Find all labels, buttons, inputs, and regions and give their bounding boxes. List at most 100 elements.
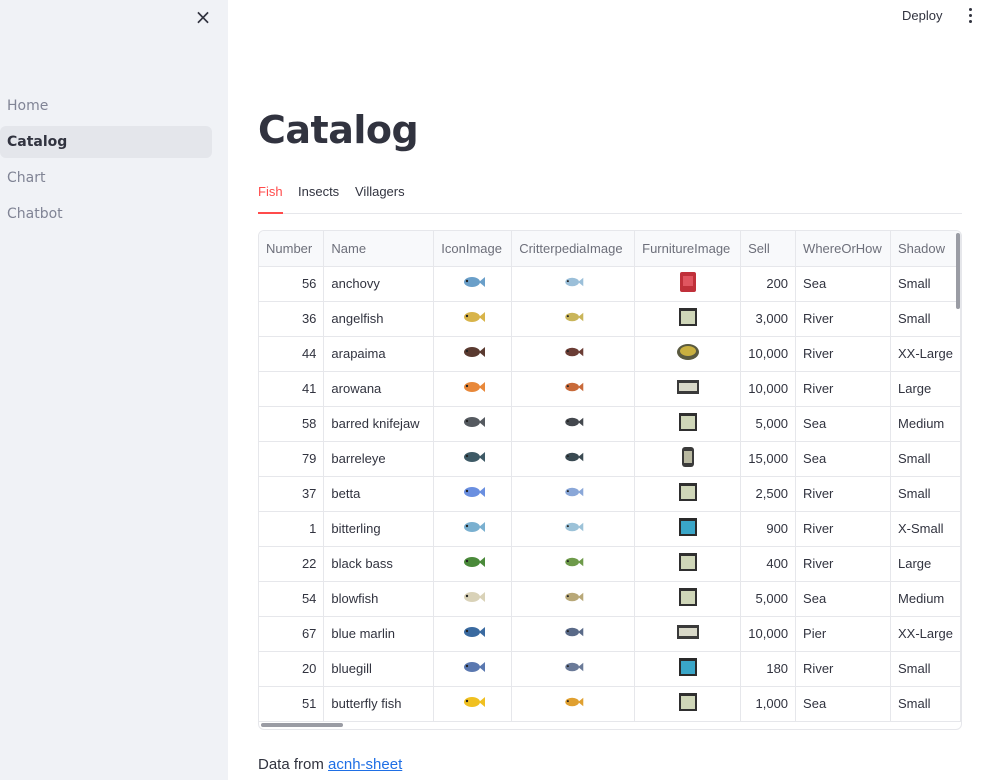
cell-sell[interactable]: 5,000 xyxy=(740,581,797,617)
cell-name[interactable]: bitterling xyxy=(323,511,435,547)
cell-icon-image[interactable] xyxy=(433,651,513,687)
cell-where-or-how[interactable]: Sea xyxy=(795,441,892,477)
cell-sell[interactable]: 900 xyxy=(740,511,797,547)
cell-shadow[interactable]: X-Small xyxy=(890,511,961,547)
cell-icon-image[interactable] xyxy=(433,406,513,442)
cell-furniture-image[interactable] xyxy=(634,476,742,512)
cell-critterpedia-image[interactable] xyxy=(511,301,636,337)
column-header-critterpediaimage[interactable]: CritterpediaImage xyxy=(511,231,636,267)
table-row[interactable]: 41 arowana 10,000 River Large xyxy=(259,371,961,407)
cell-icon-image[interactable] xyxy=(433,476,513,512)
cell-shadow[interactable]: Medium xyxy=(890,581,961,617)
cell-number[interactable]: 20 xyxy=(259,651,325,687)
cell-shadow[interactable]: Small xyxy=(890,301,961,337)
cell-critterpedia-image[interactable] xyxy=(511,406,636,442)
cell-shadow[interactable]: Small xyxy=(890,686,961,722)
cell-shadow[interactable]: Small xyxy=(890,441,961,477)
cell-where-or-how[interactable]: Sea xyxy=(795,406,892,442)
cell-shadow[interactable]: Small xyxy=(890,476,961,512)
cell-name[interactable]: blowfish xyxy=(323,581,435,617)
cell-where-or-how[interactable]: River xyxy=(795,336,892,372)
cell-icon-image[interactable] xyxy=(433,581,513,617)
cell-number[interactable]: 36 xyxy=(259,301,325,337)
cell-critterpedia-image[interactable] xyxy=(511,616,636,652)
cell-sell[interactable]: 180 xyxy=(740,651,797,687)
cell-furniture-image[interactable] xyxy=(634,301,742,337)
cell-name[interactable]: arapaima xyxy=(323,336,435,372)
cell-number[interactable]: 56 xyxy=(259,266,325,302)
cell-shadow[interactable]: Medium xyxy=(890,406,961,442)
column-header-whereorhow[interactable]: WhereOrHow xyxy=(795,231,892,267)
table-row[interactable]: 56 anchovy 200 Sea Small xyxy=(259,266,961,302)
cell-furniture-image[interactable] xyxy=(634,371,742,407)
cell-critterpedia-image[interactable] xyxy=(511,511,636,547)
tab-insects[interactable]: Insects xyxy=(298,180,339,214)
cell-icon-image[interactable] xyxy=(433,336,513,372)
cell-critterpedia-image[interactable] xyxy=(511,546,636,582)
cell-where-or-how[interactable]: Sea xyxy=(795,581,892,617)
cell-shadow[interactable]: Small xyxy=(890,651,961,687)
cell-where-or-how[interactable]: River xyxy=(795,651,892,687)
cell-icon-image[interactable] xyxy=(433,686,513,722)
acnh-sheet-link[interactable]: acnh-sheet xyxy=(328,756,402,773)
cell-icon-image[interactable] xyxy=(433,616,513,652)
cell-number[interactable]: 79 xyxy=(259,441,325,477)
table-row[interactable]: 51 butterfly fish 1,000 Sea Small xyxy=(259,686,961,722)
cell-name[interactable]: barred knifejaw xyxy=(323,406,435,442)
cell-furniture-image[interactable] xyxy=(634,651,742,687)
cell-critterpedia-image[interactable] xyxy=(511,266,636,302)
cell-shadow[interactable]: Large xyxy=(890,371,961,407)
cell-sell[interactable]: 15,000 xyxy=(740,441,797,477)
column-header-number[interactable]: Number xyxy=(259,231,325,267)
cell-where-or-how[interactable]: River xyxy=(795,476,892,512)
cell-icon-image[interactable] xyxy=(433,441,513,477)
cell-sell[interactable]: 10,000 xyxy=(740,371,797,407)
cell-sell[interactable]: 5,000 xyxy=(740,406,797,442)
cell-icon-image[interactable] xyxy=(433,371,513,407)
cell-furniture-image[interactable] xyxy=(634,406,742,442)
table-row[interactable]: 58 barred knifejaw 5,000 Sea Medium xyxy=(259,406,961,442)
table-row[interactable]: 79 barreleye 15,000 Sea Small xyxy=(259,441,961,477)
cell-sell[interactable]: 200 xyxy=(740,266,797,302)
cell-icon-image[interactable] xyxy=(433,266,513,302)
column-header-furnitureimage[interactable]: FurnitureImage xyxy=(634,231,742,267)
table-row[interactable]: 37 betta 2,500 River Small xyxy=(259,476,961,512)
fish-data-grid[interactable]: Number Name IconImage CritterpediaImage … xyxy=(258,230,962,730)
cell-name[interactable]: anchovy xyxy=(323,266,435,302)
cell-shadow[interactable]: XX-Large xyxy=(890,616,961,652)
cell-where-or-how[interactable]: River xyxy=(795,301,892,337)
cell-icon-image[interactable] xyxy=(433,546,513,582)
cell-sell[interactable]: 400 xyxy=(740,546,797,582)
cell-where-or-how[interactable]: Sea xyxy=(795,266,892,302)
cell-critterpedia-image[interactable] xyxy=(511,686,636,722)
sidebar-item-catalog[interactable]: Catalog xyxy=(0,126,212,158)
column-header-sell[interactable]: Sell xyxy=(740,231,797,267)
cell-furniture-image[interactable] xyxy=(634,441,742,477)
cell-number[interactable]: 41 xyxy=(259,371,325,407)
cell-number[interactable]: 22 xyxy=(259,546,325,582)
cell-name[interactable]: butterfly fish xyxy=(323,686,435,722)
table-row[interactable]: 22 black bass 400 River Large xyxy=(259,546,961,582)
cell-sell[interactable]: 2,500 xyxy=(740,476,797,512)
column-header-name[interactable]: Name xyxy=(323,231,435,267)
cell-furniture-image[interactable] xyxy=(634,686,742,722)
sidebar-item-chatbot[interactable]: Chatbot xyxy=(0,198,212,230)
cell-where-or-how[interactable]: River xyxy=(795,546,892,582)
cell-where-or-how[interactable]: Pier xyxy=(795,616,892,652)
tab-villagers[interactable]: Villagers xyxy=(355,180,405,214)
cell-shadow[interactable]: Large xyxy=(890,546,961,582)
cell-number[interactable]: 58 xyxy=(259,406,325,442)
table-row[interactable]: 36 angelfish 3,000 River Small xyxy=(259,301,961,337)
sidebar-item-home[interactable]: Home xyxy=(0,90,212,122)
table-row[interactable]: 67 blue marlin 10,000 Pier XX-Large xyxy=(259,616,961,652)
cell-number[interactable]: 1 xyxy=(259,511,325,547)
cell-where-or-how[interactable]: River xyxy=(795,511,892,547)
cell-critterpedia-image[interactable] xyxy=(511,581,636,617)
column-header-shadow[interactable]: Shadow xyxy=(890,231,961,267)
cell-furniture-image[interactable] xyxy=(634,581,742,617)
table-row[interactable]: 44 arapaima 10,000 River XX-Large xyxy=(259,336,961,372)
cell-name[interactable]: barreleye xyxy=(323,441,435,477)
cell-name[interactable]: blue marlin xyxy=(323,616,435,652)
cell-number[interactable]: 54 xyxy=(259,581,325,617)
cell-critterpedia-image[interactable] xyxy=(511,476,636,512)
